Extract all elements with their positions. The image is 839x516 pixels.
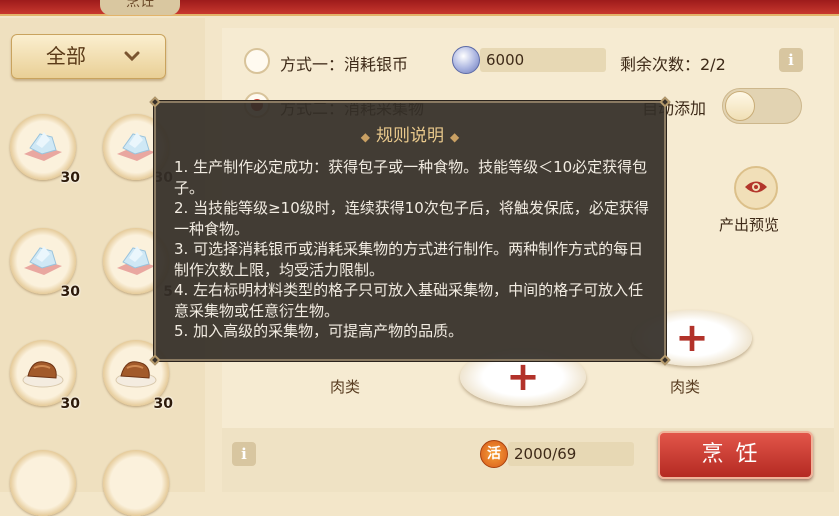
cook-button[interactable]: 烹饪	[658, 431, 813, 479]
diamond-icon: ◆	[450, 130, 460, 144]
filter-label: 全部	[46, 44, 86, 68]
toggle-knob	[725, 91, 755, 121]
rule-line: 2. 当技能等级≥10级时，连续获得10次包子后，将触发保底，必定获得一种食物。	[174, 199, 649, 238]
info-icon[interactable]: i	[779, 48, 803, 72]
silver-coin-icon	[452, 46, 480, 74]
preview-label: 产出预览	[719, 216, 780, 234]
bottom-bar: i 活 2000/69 烹饪	[222, 428, 834, 492]
method1-radio[interactable]	[244, 48, 270, 74]
rule-line: 1. 生产制作必定成功：获得包子或一种食物。技能等级＜10必定获得包子。	[174, 158, 648, 197]
method1-label: 方式一：消耗银币	[280, 55, 409, 74]
right-slot-caption: 肉类	[670, 378, 701, 396]
rules-text: 1. 生产制作必定成功：获得包子或一种食物。技能等级＜10必定获得包子。 2. …	[174, 157, 658, 342]
rule-line: 4. 左右标明材料类型的格子只可放入基础采集物，中间的格子可放入任意采集物或任意…	[174, 281, 644, 320]
plus-icon: +	[506, 354, 540, 400]
meat-icon	[22, 361, 64, 388]
item-count: 30	[60, 170, 80, 186]
ice-block-icon	[24, 132, 62, 161]
auto-add-toggle[interactable]	[722, 88, 802, 124]
category-filter-dropdown[interactable]: 全部	[11, 34, 166, 79]
energy-icon: 活	[480, 440, 508, 468]
ice-block-icon	[117, 132, 155, 161]
left-slot-caption: 肉类	[330, 378, 361, 396]
rules-title: 规则说明	[376, 126, 444, 146]
window-title: 烹饪	[100, 0, 180, 15]
remaining-count: 剩余次数：2/2	[620, 55, 726, 74]
rule-line: 3. 可选择消耗银币或消耗采集物的方式进行制作。两种制作方式的每日制作次数上限，…	[174, 240, 644, 279]
item-count: 30	[60, 396, 80, 412]
item-slot[interactable]	[10, 450, 76, 516]
item-count: 30	[153, 396, 173, 412]
item-slot[interactable]	[103, 450, 169, 516]
item-count: 30	[60, 284, 80, 300]
rules-dialog: ◆ 规则说明 ◆ 1. 生产制作必定成功：获得包子或一种食物。技能等级＜10必定获得…	[149, 96, 671, 366]
rules-title-row: ◆ 规则说明 ◆	[156, 121, 664, 146]
item-slot[interactable]: 30	[10, 228, 80, 300]
chevron-down-icon	[124, 35, 140, 94]
energy-value: 2000/69	[508, 442, 634, 466]
ice-block-icon	[24, 246, 62, 275]
diamond-icon: ◆	[360, 130, 370, 144]
ice-block-icon	[117, 246, 155, 275]
method1-cost: 6000	[480, 48, 606, 72]
eye-icon	[745, 181, 767, 193]
top-banner: 烹饪	[0, 0, 839, 16]
item-slot[interactable]: 30	[10, 114, 80, 186]
info-icon[interactable]: i	[232, 442, 256, 466]
rule-line: 5. 加入高级的采集物，可提高产物的品质。	[174, 322, 464, 340]
preview-button[interactable]	[734, 166, 778, 210]
plus-icon: +	[675, 315, 709, 361]
item-slot[interactable]: 30	[10, 340, 80, 412]
